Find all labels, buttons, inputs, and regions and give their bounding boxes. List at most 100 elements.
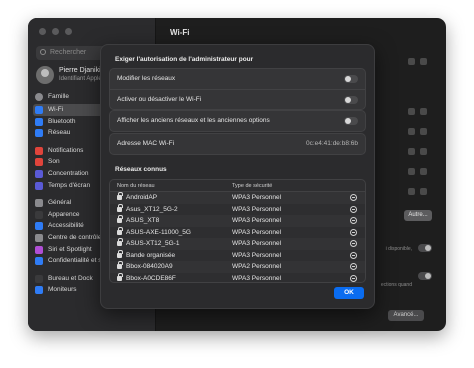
confidentialite-et-securite-icon: [35, 257, 43, 266]
more-options-icon[interactable]: [350, 205, 357, 213]
table-row[interactable]: ASUS-XT12_5G-1 WPA3 Personnel: [110, 238, 365, 250]
hotspot-toggle[interactable]: [418, 272, 432, 280]
wifi-advanced-dialog: Exiger l'autorisation de l'administrateu…: [100, 44, 375, 309]
sidebar-item-label: Centre de contrôle: [48, 233, 102, 241]
page-title: Wi-Fi: [170, 28, 190, 37]
table-row[interactable]: Bbox-084020A9 WPA2 Personnel: [110, 261, 365, 273]
option-row-modify-networks: Modifier les réseaux: [110, 69, 365, 89]
option-label: Activer ou désactiver le Wi-Fi: [117, 96, 202, 103]
avatar: [36, 66, 54, 84]
wifi-icon: [420, 148, 427, 155]
network-security: WPA2 Personnel: [232, 263, 282, 270]
network-name: ASUS-XT12_5G-1: [126, 240, 180, 247]
network-security: WPA3 Personnel: [232, 274, 282, 282]
network-name: ASUS_XT8: [126, 217, 160, 224]
more-options-icon[interactable]: [350, 240, 357, 247]
zoom-window-button[interactable]: [65, 28, 72, 35]
reseau-icon: [35, 129, 43, 138]
more-options-icon[interactable]: [350, 274, 357, 282]
table-row[interactable]: ASUS_XT8 WPA3 Personnel: [110, 215, 365, 227]
table-body: AndroidAP WPA3 Personnel Asus_XT12_5G-2 WPA…: [110, 192, 365, 283]
sidebar-item-label: Réseau: [48, 129, 71, 137]
accessibilite-icon: [35, 222, 43, 231]
mac-address-group: Adresse MAC Wi-Fi 0c:e4:41:de:b8:6b: [109, 133, 366, 155]
table-row[interactable]: ASUS-AXE-11000_5G WPA3 Personnel: [110, 226, 365, 239]
network-name: Bande organisée: [126, 251, 176, 259]
network-name: Asus_XT12_5G-2: [126, 205, 178, 213]
sidebar-item-label: Wi-Fi: [48, 106, 64, 113]
sidebar-item-label: Bluetooth: [48, 117, 76, 125]
advanced-button[interactable]: Avancé...: [388, 310, 424, 321]
sidebar-item-label: Bureau et Dock: [48, 274, 93, 282]
network-security: WPA3 Personnel: [232, 217, 282, 224]
wifi-icon: [420, 188, 427, 195]
lock-icon: [117, 192, 123, 200]
lock-icon: [117, 203, 123, 212]
toggle-wifi-toggle[interactable]: [344, 96, 358, 104]
table-row[interactable]: Bbox-A0CDE86F WPA3 Personnel: [110, 272, 365, 283]
more-options-icon[interactable]: [350, 217, 357, 224]
table-row[interactable]: Bande organisée WPA3 Personnel: [110, 249, 365, 262]
network-name: AndroidAP: [126, 194, 158, 201]
option-row-toggle-wifi: Activer ou désactiver le Wi-Fi: [110, 89, 365, 109]
table-header: Nom du réseau Type de sécurité: [110, 180, 365, 192]
apparence-icon: [35, 210, 43, 219]
sidebar-item-label: Famille: [48, 93, 69, 100]
sidebar-item-label: Moniteurs: [48, 286, 77, 294]
more-options-icon[interactable]: [350, 194, 357, 201]
sidebar-item-label: Temps d'écran: [48, 181, 91, 189]
concentration-icon: [35, 169, 43, 178]
table-row[interactable]: Asus_XT12_5G-2 WPA3 Personnel: [110, 203, 365, 216]
siri-et-spotlight-icon: [35, 245, 43, 254]
option-label: Afficher les anciens réseaux et les anci…: [117, 117, 270, 124]
centre-de-controle-icon: [35, 233, 43, 242]
general-icon: [35, 199, 43, 208]
other-network-button[interactable]: Autre...: [404, 210, 432, 221]
search-icon: [40, 49, 46, 55]
lock-icon: [408, 168, 415, 175]
more-options-icon[interactable]: [350, 251, 357, 259]
sidebar-item-label: Concentration: [48, 169, 89, 177]
lock-icon: [117, 238, 123, 246]
admin-options-group: Modifier les réseaux Activer ou désactiv…: [109, 68, 366, 110]
column-header-name[interactable]: Nom du réseau: [117, 180, 155, 192]
close-window-button[interactable]: [39, 28, 46, 35]
known-networks-table: Nom du réseau Type de sécurité AndroidAP…: [109, 179, 366, 283]
notifications-icon: [35, 146, 43, 155]
legacy-networks-toggle[interactable]: [344, 117, 358, 125]
more-options-icon[interactable]: [350, 228, 357, 236]
lock-icon: [117, 261, 123, 269]
search-placeholder: Rechercher: [50, 49, 87, 56]
more-options-icon[interactable]: [350, 263, 357, 270]
modify-networks-toggle[interactable]: [344, 75, 358, 83]
ok-button[interactable]: OK: [334, 287, 364, 299]
lock-icon: [408, 188, 415, 195]
lock-icon: [117, 272, 123, 281]
network-security: WPA3 Personnel: [232, 251, 282, 259]
table-row[interactable]: AndroidAP WPA3 Personnel: [110, 192, 365, 204]
minimize-window-button[interactable]: [52, 28, 59, 35]
moniteurs-icon: [35, 286, 43, 295]
wi-fi-icon: [35, 106, 43, 114]
temps-d-ecran-icon: [35, 181, 43, 190]
lock-icon: [117, 215, 123, 223]
wifi-icon: [420, 108, 427, 115]
option-row-legacy: Afficher les anciens réseaux et les anci…: [110, 111, 365, 131]
sidebar-item-label: Apparence: [48, 210, 80, 218]
bluetooth-icon: [35, 117, 43, 126]
option-label: Modifier les réseaux: [117, 75, 176, 82]
network-name: Bbox-084020A9: [126, 263, 173, 270]
network-security: WPA3 Personnel: [232, 228, 282, 236]
dialog-title: Exiger l'autorisation de l'administrateu…: [115, 56, 254, 63]
lock-icon: [408, 128, 415, 135]
lock-icon: [117, 226, 123, 235]
wifi-icon: [420, 168, 427, 175]
column-header-security[interactable]: Type de sécurité: [232, 180, 272, 192]
sidebar-item-label: Général: [48, 199, 72, 207]
ask-join-toggle[interactable]: [418, 244, 432, 252]
mac-address-row: Adresse MAC Wi-Fi 0c:e4:41:de:b8:6b: [110, 134, 365, 154]
lock-icon: [117, 249, 123, 258]
hotspot-hint: ections quand: [380, 282, 412, 288]
wifi-icon: [420, 128, 427, 135]
known-networks-title: Réseaux connus: [115, 166, 167, 173]
